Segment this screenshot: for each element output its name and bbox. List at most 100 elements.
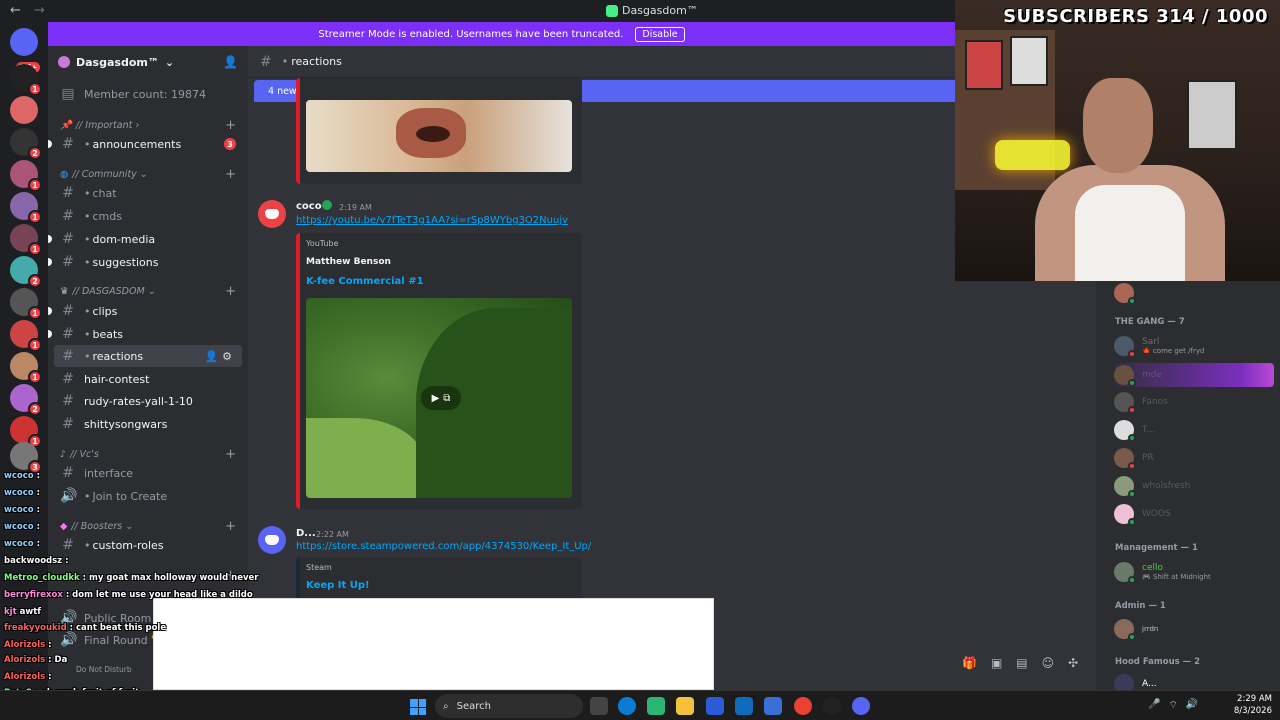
embed-author[interactable]: Matthew Benson (306, 257, 391, 267)
member-row[interactable]: Sarl 🍁 come get /fryd (1114, 334, 1204, 358)
sticker-icon[interactable]: ▤ (1016, 656, 1027, 670)
category-community[interactable]: ◍// Community ⌄ + (48, 165, 248, 183)
server-icon[interactable]: 3 (10, 442, 42, 474)
subscriber-counter: SUBSCRIBERS 314 / 1000 (1003, 6, 1268, 27)
avatar[interactable] (258, 200, 286, 228)
server-icon[interactable]: 1 (10, 288, 42, 320)
channel-chat[interactable]: # • chat (48, 182, 248, 204)
server-icon[interactable]: 2 (10, 256, 42, 288)
add-member-icon[interactable]: 👤 (223, 55, 238, 69)
hash-icon: # (62, 185, 74, 201)
network-icon[interactable]: ⌔ (1168, 699, 1177, 712)
store-icon[interactable] (706, 697, 724, 715)
member-count: ▤ Member count: 19874 (48, 83, 248, 105)
embed-title[interactable]: Keep It Up! (306, 580, 370, 591)
channel-hair-contest[interactable]: # hair-contest (48, 368, 248, 390)
member-row[interactable]: Fanos (1114, 390, 1168, 414)
forward-arrow-icon[interactable]: → (34, 3, 45, 18)
server-icon[interactable]: 1 (10, 416, 42, 448)
message-link[interactable]: https://store.steampowered.com/app/43745… (296, 541, 591, 552)
server-icon[interactable] (10, 96, 38, 124)
clock[interactable]: 2:29 AM 8/3/2026 (1234, 693, 1272, 717)
category-label: // Community (72, 168, 137, 180)
emoji-icon[interactable]: ☺ (1042, 656, 1055, 670)
member-row[interactable]: WOOS (1114, 502, 1171, 526)
channel-beats[interactable]: # • beats (48, 323, 248, 345)
video-thumbnail[interactable]: ▶ ⧉ (306, 298, 572, 498)
category-important[interactable]: 📌// Important › + (48, 116, 248, 134)
file-explorer-icon[interactable] (676, 697, 694, 715)
channel-interface[interactable]: # interface (48, 462, 248, 484)
video-thumbnail[interactable] (306, 100, 572, 172)
member-row[interactable]: wholsfresh (1114, 474, 1190, 498)
embed-provider[interactable]: YouTube (306, 239, 339, 248)
embed-title[interactable]: K-fee Commercial #1 (306, 276, 424, 287)
server-icon[interactable]: 1 (10, 64, 42, 96)
back-arrow-icon[interactable]: ← (10, 3, 21, 18)
server-icon[interactable]: 1 (10, 160, 42, 192)
play-button[interactable]: ▶ ⧉ (421, 386, 461, 410)
member-name: PR (1142, 453, 1154, 463)
outlook-icon[interactable] (735, 697, 753, 715)
server-icon[interactable]: 2 (10, 128, 42, 160)
edge-icon[interactable] (618, 697, 636, 715)
add-channel-icon[interactable]: + (225, 447, 236, 462)
gear-icon[interactable]: ⚙ (222, 350, 232, 363)
add-channel-icon[interactable]: + (225, 284, 236, 299)
channel-announcements[interactable]: # • announcements 3 (48, 133, 248, 155)
member-row[interactable]: A... (1114, 672, 1157, 690)
server-icon[interactable]: 1 (10, 224, 42, 256)
avatar[interactable] (258, 526, 286, 554)
direct-messages-icon[interactable] (10, 28, 38, 56)
disable-streamer-mode-button[interactable]: Disable (635, 26, 685, 42)
member-row[interactable] (1114, 281, 1136, 305)
server-icon[interactable]: 1 (10, 320, 42, 352)
invite-icon[interactable]: 👤 (205, 350, 219, 363)
channel-join-to-create[interactable]: 🔊 • Join to Create (48, 485, 248, 507)
channel-cmds[interactable]: # • cmds (48, 205, 248, 227)
channel-reactions[interactable]: # • reactions 👤 ⚙ (54, 345, 242, 367)
mic-icon[interactable]: 🎤 (1148, 699, 1160, 712)
thumbnail-field (306, 418, 426, 498)
apps-icon[interactable]: ✣ (1068, 656, 1078, 670)
add-channel-icon[interactable]: + (225, 167, 236, 182)
channel-dom-media[interactable]: # • dom-media (48, 228, 248, 250)
channel-clips[interactable]: # • clips (48, 300, 248, 322)
category-boosters[interactable]: ◆// Boosters ⌄ + (48, 517, 248, 535)
task-view-icon[interactable] (590, 697, 608, 715)
message-author[interactable]: coco (296, 201, 322, 212)
app-icon[interactable] (764, 697, 782, 715)
member-row[interactable]: cello 🎮 Shift at Midnight (1114, 560, 1211, 584)
discord-icon[interactable] (852, 697, 870, 715)
speaker-icon: ♪ (60, 448, 67, 460)
app-icon[interactable] (647, 697, 665, 715)
add-channel-icon[interactable]: + (225, 519, 236, 534)
server-icon[interactable]: 1 (10, 192, 42, 224)
volume-icon[interactable]: 🔊 (1186, 699, 1198, 712)
embed-provider[interactable]: Steam (306, 563, 332, 572)
server-header[interactable]: Dasgasdom™ ⌄ 👤 (48, 46, 248, 78)
category-vcs[interactable]: ♪// Vc's + (48, 445, 248, 463)
add-channel-icon[interactable]: + (225, 118, 236, 133)
server-icon[interactable]: 1 (10, 352, 42, 384)
member-row[interactable]: PR (1114, 446, 1154, 470)
category-collapsed[interactable]: + (48, 566, 248, 584)
taskbar-search[interactable]: ⌕ Search (435, 694, 583, 718)
windows-start-icon[interactable] (410, 699, 426, 715)
channel-shittysongwars[interactable]: # shittysongwars (48, 413, 248, 435)
message-link[interactable]: https://youtu.be/v7fTeT3g1AA?si=rSp8WYbg… (296, 215, 568, 226)
add-channel-icon[interactable]: + (225, 568, 236, 583)
channel-rudy-rates[interactable]: # rudy-rates-yall-1-10 (48, 390, 248, 412)
member-row[interactable]: jrrdn (1114, 617, 1158, 641)
server-icon[interactable]: 2 (10, 384, 42, 416)
message-author[interactable]: D... (296, 528, 316, 539)
gif-icon[interactable]: ▣ (991, 656, 1002, 670)
gift-icon[interactable]: 🎁 (962, 656, 977, 670)
member-row[interactable]: T... (1114, 418, 1155, 442)
category-dasgasdom[interactable]: ♛// DASGASDOM ⌄ + (48, 282, 248, 300)
obs-icon[interactable] (823, 697, 841, 715)
channel-custom-roles[interactable]: # • custom-roles (48, 534, 248, 556)
chrome-icon[interactable] (794, 697, 812, 715)
channel-suggestions[interactable]: # • suggestions (48, 251, 248, 273)
member-row[interactable]: mde (1114, 363, 1274, 387)
